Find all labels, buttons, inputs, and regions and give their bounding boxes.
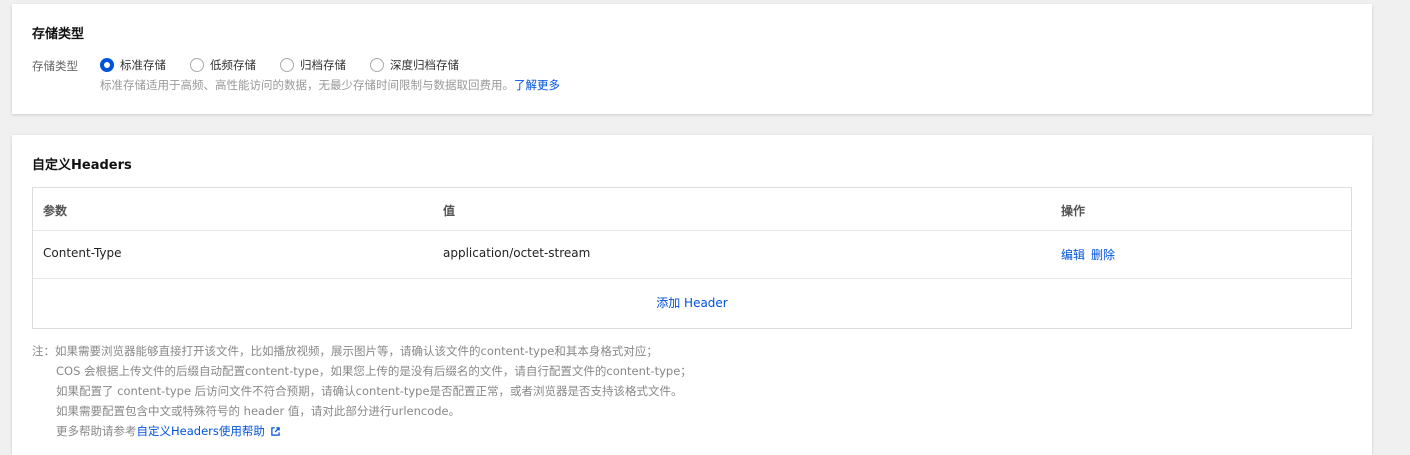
column-header-param: 参数	[43, 204, 68, 218]
radio-infrequent[interactable]: 低频存储	[190, 57, 256, 73]
headers-notes: 注：如果需要浏览器能够直接打开该文件，比如播放视频，展示图片等，请确认该文件的c…	[32, 341, 692, 441]
row-actions: 编辑 删除	[1061, 246, 1121, 263]
add-header-button[interactable]: 添加 Header	[33, 294, 1351, 311]
storage-type-card: 存储类型 存储类型 标准存储 低频存储 归档存储 深度归档存储 标准存储适用于高…	[12, 4, 1372, 114]
radio-standard[interactable]: 标准存储	[100, 57, 166, 73]
radio-checked-icon	[100, 58, 114, 72]
radio-unchecked-icon	[370, 58, 384, 72]
column-header-actions: 操作	[1061, 204, 1086, 218]
storage-type-hint: 标准存储适用于高频、高性能访问的数据，无最少存储时间限制与数据取回费用。了解更多	[100, 77, 560, 93]
radio-label: 归档存储	[300, 58, 346, 72]
radio-label: 深度归档存储	[390, 58, 459, 72]
radio-unchecked-icon	[190, 58, 204, 72]
headers-help-link[interactable]: 自定义Headers使用帮助	[137, 424, 265, 438]
custom-headers-card: 自定义Headers 参数 值 操作 Content-Type applicat…	[12, 135, 1372, 455]
external-link-icon[interactable]	[271, 427, 280, 436]
headers-table: 参数 值 操作 Content-Type application/octet-s…	[32, 187, 1352, 329]
storage-type-title: 存储类型	[32, 27, 85, 42]
note-line: 如果配置了 content-type 后访问文件不符合预期，请确认content…	[56, 384, 683, 398]
header-param-cell: Content-Type	[43, 246, 122, 260]
radio-label: 低频存储	[210, 58, 256, 72]
storage-hint-text: 标准存储适用于高频、高性能访问的数据，无最少存储时间限制与数据取回费用。	[100, 78, 514, 92]
radio-deep-archive[interactable]: 深度归档存储	[370, 57, 459, 73]
note-help-line: 更多帮助请参考自定义Headers使用帮助	[32, 421, 692, 441]
delete-link[interactable]: 删除	[1091, 248, 1115, 262]
custom-headers-title: 自定义Headers	[32, 158, 132, 173]
note-line: COS 会根据上传文件的后缀自动配置content-type，如果您上传的是没有…	[56, 364, 692, 378]
radio-label: 标准存储	[120, 58, 166, 72]
add-header-row: 添加 Header	[33, 278, 1351, 328]
learn-more-link[interactable]: 了解更多	[514, 78, 560, 92]
edit-link[interactable]: 编辑	[1061, 248, 1085, 262]
table-header-row: 参数 值 操作	[33, 188, 1351, 231]
table-row: Content-Type application/octet-stream 编辑…	[33, 230, 1351, 279]
radio-unchecked-icon	[280, 58, 294, 72]
radio-archive[interactable]: 归档存储	[280, 57, 346, 73]
column-header-value: 值	[443, 204, 456, 218]
storage-type-radio-group: 标准存储 低频存储 归档存储 深度归档存储	[100, 57, 483, 73]
help-prefix: 更多帮助请参考	[56, 424, 137, 438]
note-line: 注：如果需要浏览器能够直接打开该文件，比如播放视频，展示图片等，请确认该文件的c…	[32, 344, 658, 358]
note-line: 如果需要配置包含中文或特殊符号的 header 值，请对此部分进行urlenco…	[56, 404, 461, 418]
storage-type-label: 存储类型	[32, 59, 78, 73]
header-value-cell: application/octet-stream	[443, 246, 591, 260]
